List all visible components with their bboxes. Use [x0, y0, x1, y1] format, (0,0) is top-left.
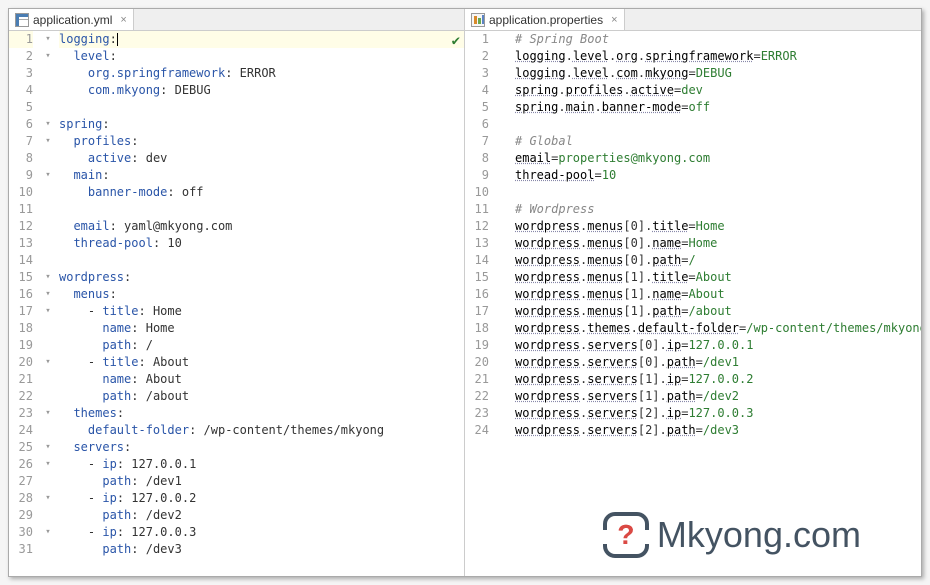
gutter-left: 1234567891011121314151617181920212223242… — [9, 31, 41, 576]
code-line[interactable]: banner-mode: off — [59, 184, 464, 201]
tab-bar-right: application.properties × — [465, 9, 921, 31]
code-line[interactable]: - ip: 127.0.0.3 — [59, 524, 464, 541]
code-line[interactable]: wordpress.menus[1].name=About — [515, 286, 921, 303]
code-line[interactable]: default-folder: /wp-content/themes/mkyon… — [59, 422, 464, 439]
code-line[interactable]: spring: — [59, 116, 464, 133]
editor-window: application.yml × ✔ 12345678910111213141… — [8, 8, 922, 577]
checkmark-icon: ✔ — [452, 33, 460, 49]
properties-file-icon — [471, 13, 485, 27]
code-line[interactable]: wordpress.servers[2].path=/dev3 — [515, 422, 921, 439]
code-line[interactable]: wordpress: — [59, 269, 464, 286]
tab-label: application.properties — [489, 13, 603, 27]
code-line[interactable] — [515, 116, 921, 133]
code-line[interactable]: - ip: 127.0.0.2 — [59, 490, 464, 507]
code-line[interactable]: path: /dev1 — [59, 473, 464, 490]
code-line[interactable]: org.springframework: ERROR — [59, 65, 464, 82]
code-line[interactable]: thread-pool: 10 — [59, 235, 464, 252]
code-line[interactable]: wordpress.servers[0].ip=127.0.0.1 — [515, 337, 921, 354]
code-line[interactable]: spring.main.banner-mode=off — [515, 99, 921, 116]
code-line[interactable]: path: /about — [59, 388, 464, 405]
code-line[interactable]: - title: About — [59, 354, 464, 371]
code-line[interactable]: wordpress.servers[2].ip=127.0.0.3 — [515, 405, 921, 422]
code-line[interactable]: profiles: — [59, 133, 464, 150]
code-line[interactable]: # Global — [515, 133, 921, 150]
code-line[interactable]: menus: — [59, 286, 464, 303]
fold-column[interactable]: ▾▾▾▾▾▾▾▾▾▾▾▾▾▾ — [41, 31, 55, 576]
code-line[interactable]: name: Home — [59, 320, 464, 337]
code-line[interactable]: - title: Home — [59, 303, 464, 320]
code-line[interactable]: level: — [59, 48, 464, 65]
code-line[interactable]: wordpress.menus[0].title=Home — [515, 218, 921, 235]
code-line[interactable]: path: /dev3 — [59, 541, 464, 558]
code-line[interactable]: wordpress.servers[1].ip=127.0.0.2 — [515, 371, 921, 388]
code-line[interactable]: wordpress.menus[0].path=/ — [515, 252, 921, 269]
fold-column — [497, 31, 511, 576]
code-line[interactable]: path: /dev2 — [59, 507, 464, 524]
code-line[interactable]: wordpress.menus[1].title=About — [515, 269, 921, 286]
code-line[interactable]: email: yaml@mkyong.com — [59, 218, 464, 235]
code-line[interactable]: themes: — [59, 405, 464, 422]
code-line[interactable]: logging.level.com.mkyong=DEBUG — [515, 65, 921, 82]
code-line[interactable]: path: / — [59, 337, 464, 354]
code-area-properties[interactable]: 123456789101112131415161718192021222324 … — [465, 31, 921, 576]
code-line[interactable]: wordpress.menus[1].path=/about — [515, 303, 921, 320]
code-lines-yaml[interactable]: logging: level: org.springframework: ERR… — [55, 31, 464, 576]
left-editor-pane: application.yml × ✔ 12345678910111213141… — [9, 9, 465, 576]
code-line[interactable]: # Wordpress — [515, 201, 921, 218]
code-lines-properties[interactable]: # Spring Bootlogging.level.org.springfra… — [511, 31, 921, 576]
tab-application-properties[interactable]: application.properties × — [465, 9, 625, 30]
code-line[interactable]: wordpress.servers[0].path=/dev1 — [515, 354, 921, 371]
yaml-file-icon — [15, 13, 29, 27]
close-icon[interactable]: × — [120, 14, 126, 26]
code-line[interactable]: logging.level.org.springframework=ERROR — [515, 48, 921, 65]
code-line[interactable]: wordpress.servers[1].path=/dev2 — [515, 388, 921, 405]
code-line[interactable]: wordpress.menus[0].name=Home — [515, 235, 921, 252]
code-line[interactable]: thread-pool=10 — [515, 167, 921, 184]
tab-label: application.yml — [33, 13, 112, 27]
tab-application-yml[interactable]: application.yml × — [9, 9, 134, 30]
code-line[interactable]: main: — [59, 167, 464, 184]
gutter-right: 123456789101112131415161718192021222324 — [465, 31, 497, 576]
code-line[interactable]: - ip: 127.0.0.1 — [59, 456, 464, 473]
code-line[interactable]: # Spring Boot — [515, 31, 921, 48]
code-line[interactable] — [59, 99, 464, 116]
code-line[interactable] — [59, 201, 464, 218]
code-line[interactable] — [515, 184, 921, 201]
code-line[interactable]: servers: — [59, 439, 464, 456]
code-line[interactable] — [59, 252, 464, 269]
close-icon[interactable]: × — [611, 14, 617, 26]
code-area-yaml[interactable]: 1234567891011121314151617181920212223242… — [9, 31, 464, 576]
code-line[interactable]: logging: — [59, 31, 464, 48]
code-line[interactable]: active: dev — [59, 150, 464, 167]
tab-bar-left: application.yml × — [9, 9, 464, 31]
code-line[interactable]: com.mkyong: DEBUG — [59, 82, 464, 99]
code-line[interactable]: email=properties@mkyong.com — [515, 150, 921, 167]
right-editor-pane: application.properties × 123456789101112… — [465, 9, 921, 576]
code-line[interactable]: wordpress.themes.default-folder=/wp-cont… — [515, 320, 921, 337]
code-line[interactable]: name: About — [59, 371, 464, 388]
code-line[interactable]: spring.profiles.active=dev — [515, 82, 921, 99]
